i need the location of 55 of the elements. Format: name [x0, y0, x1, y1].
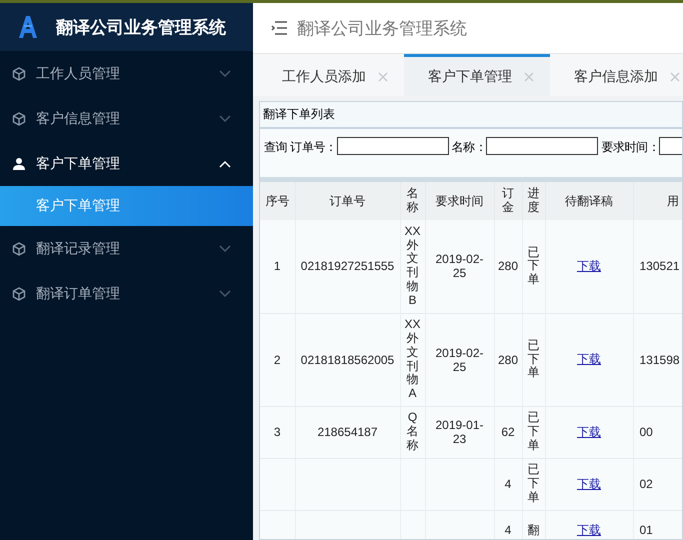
download-link[interactable]: 下载 [577, 522, 601, 536]
order-number-cell: 218654187 [317, 425, 378, 439]
filter-label: 订单号： [290, 139, 337, 156]
date-cell-text: 2019-02-25 [434, 346, 485, 374]
progress-cell-text: 已下单 [526, 338, 540, 380]
column-header: 订单号 [330, 192, 366, 210]
deposit-cell: 62 [501, 425, 515, 439]
menu-item[interactable]: 工作人员管理 [0, 51, 253, 96]
deposit-cell: 4 [504, 477, 512, 491]
progress-cell-text: 翻 [526, 524, 540, 538]
order-number-cell: 02181818562005 [300, 352, 394, 366]
tab[interactable]: 工作人员添加 [258, 54, 404, 96]
menu-item[interactable]: 翻译记录管理 [0, 226, 253, 271]
date-cell-text: 2019-02-25 [434, 252, 485, 280]
tab[interactable]: 客户下单管理 [404, 54, 550, 96]
user-cell: 01 [640, 523, 653, 537]
download-link[interactable]: 下载 [577, 352, 601, 366]
name-cell: XX外文刊物A [404, 318, 420, 401]
user-cell: 131598 [640, 352, 680, 366]
date-cell-text: 2019-01-23 [434, 418, 485, 446]
filter-label: 要求时间： [601, 139, 660, 156]
name-cell-text: Q名称 [406, 411, 420, 453]
menu-item[interactable]: 翻译订单管理 [0, 271, 253, 316]
column-header: 进度 [526, 187, 540, 215]
user-cell: 02 [640, 477, 653, 491]
index-cell: 3 [274, 425, 281, 439]
deposit-cell: 4 [504, 523, 512, 537]
name-cell: XX外文刊物B [404, 224, 420, 308]
panel-title: 翻译下单列表 [260, 102, 682, 129]
progress-cell-text: 已下单 [526, 411, 540, 453]
tab[interactable]: 客户信息添加 [550, 54, 683, 96]
column-header: 用 [667, 192, 679, 210]
index-cell: 2 [274, 352, 281, 366]
column-header: 序号 [265, 192, 290, 210]
user-cell: 130521 [640, 259, 680, 274]
deposit-cell: 280 [498, 259, 518, 274]
menu-item[interactable]: 客户下单管理 [0, 141, 253, 186]
page-title: 翻译公司业务管理系统 [297, 18, 467, 40]
progress-cell-text: 已下单 [526, 463, 540, 505]
app-title: 翻译公司业务管理系统 [56, 16, 226, 38]
filter-label: 名称： [452, 139, 486, 156]
query-label: 查询 [264, 139, 288, 156]
column-header: 要求时间 [436, 192, 484, 210]
column-header: 待翻译稿 [565, 192, 613, 210]
download-link[interactable]: 下载 [577, 424, 601, 438]
download-link[interactable]: 下载 [577, 476, 601, 490]
column-header: 名称 [406, 187, 420, 215]
user-cell: 00 [640, 425, 653, 439]
progress-cell-text: 已下单 [526, 246, 540, 287]
deposit-cell: 280 [498, 352, 518, 366]
order-number-cell: 02181927251555 [300, 259, 394, 274]
download-link[interactable]: 下载 [577, 258, 601, 273]
menu-item[interactable]: 客户信息管理 [0, 96, 253, 141]
index-cell: 1 [274, 259, 281, 274]
column-header: 订金 [501, 187, 515, 215]
